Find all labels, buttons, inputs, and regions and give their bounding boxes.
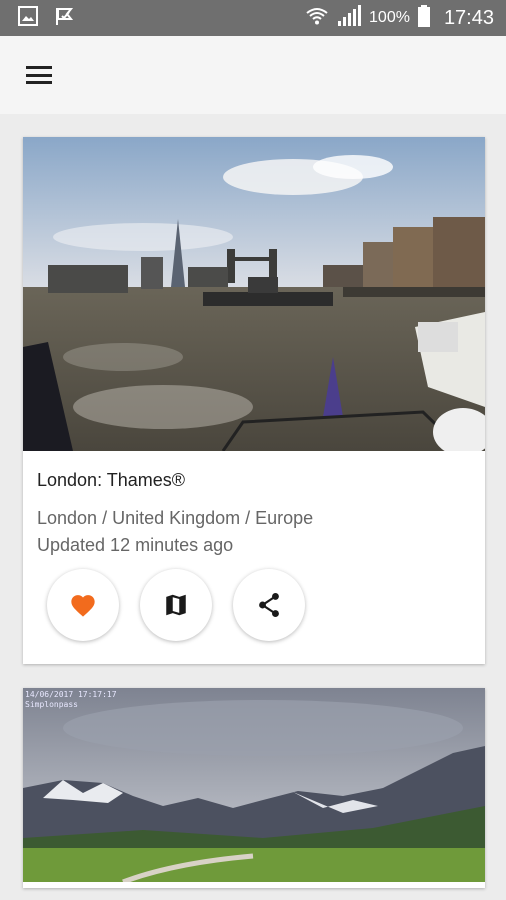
map-icon [166, 594, 186, 616]
webcam-location: London / United Kingdom / Europe [37, 508, 314, 528]
app-bar [0, 36, 506, 114]
webcam-card[interactable]: London: Thames® London / United Kingdom … [23, 137, 485, 664]
gallery-icon [18, 5, 38, 31]
share-button[interactable] [233, 569, 305, 641]
battery-icon [417, 4, 430, 32]
wifi-icon [305, 6, 329, 31]
webcam-image-mountains[interactable] [23, 688, 485, 882]
hamburger-menu-icon[interactable] [26, 64, 54, 86]
heart-icon [71, 595, 95, 617]
webcam-card[interactable]: 14/06/2017 17:17:17 Simplonpass [23, 688, 485, 888]
webcam-image-thames[interactable] [23, 137, 485, 451]
webcam-timestamp-overlay: 14/06/2017 17:17:17 Simplonpass [25, 690, 117, 709]
map-button[interactable] [140, 569, 212, 641]
battery-percentage: 100% [369, 9, 410, 26]
status-bar: 100% 17:43 [0, 0, 506, 36]
webcam-title[interactable]: London: Thames® [37, 470, 185, 491]
card-actions [47, 569, 305, 641]
share-icon [259, 592, 279, 618]
clock: 17:43 [443, 6, 494, 29]
favorite-button[interactable] [47, 569, 119, 641]
flag-icon [54, 6, 76, 31]
signal-icon [337, 4, 362, 32]
webcam-updated: Updated 12 minutes ago [37, 535, 234, 555]
